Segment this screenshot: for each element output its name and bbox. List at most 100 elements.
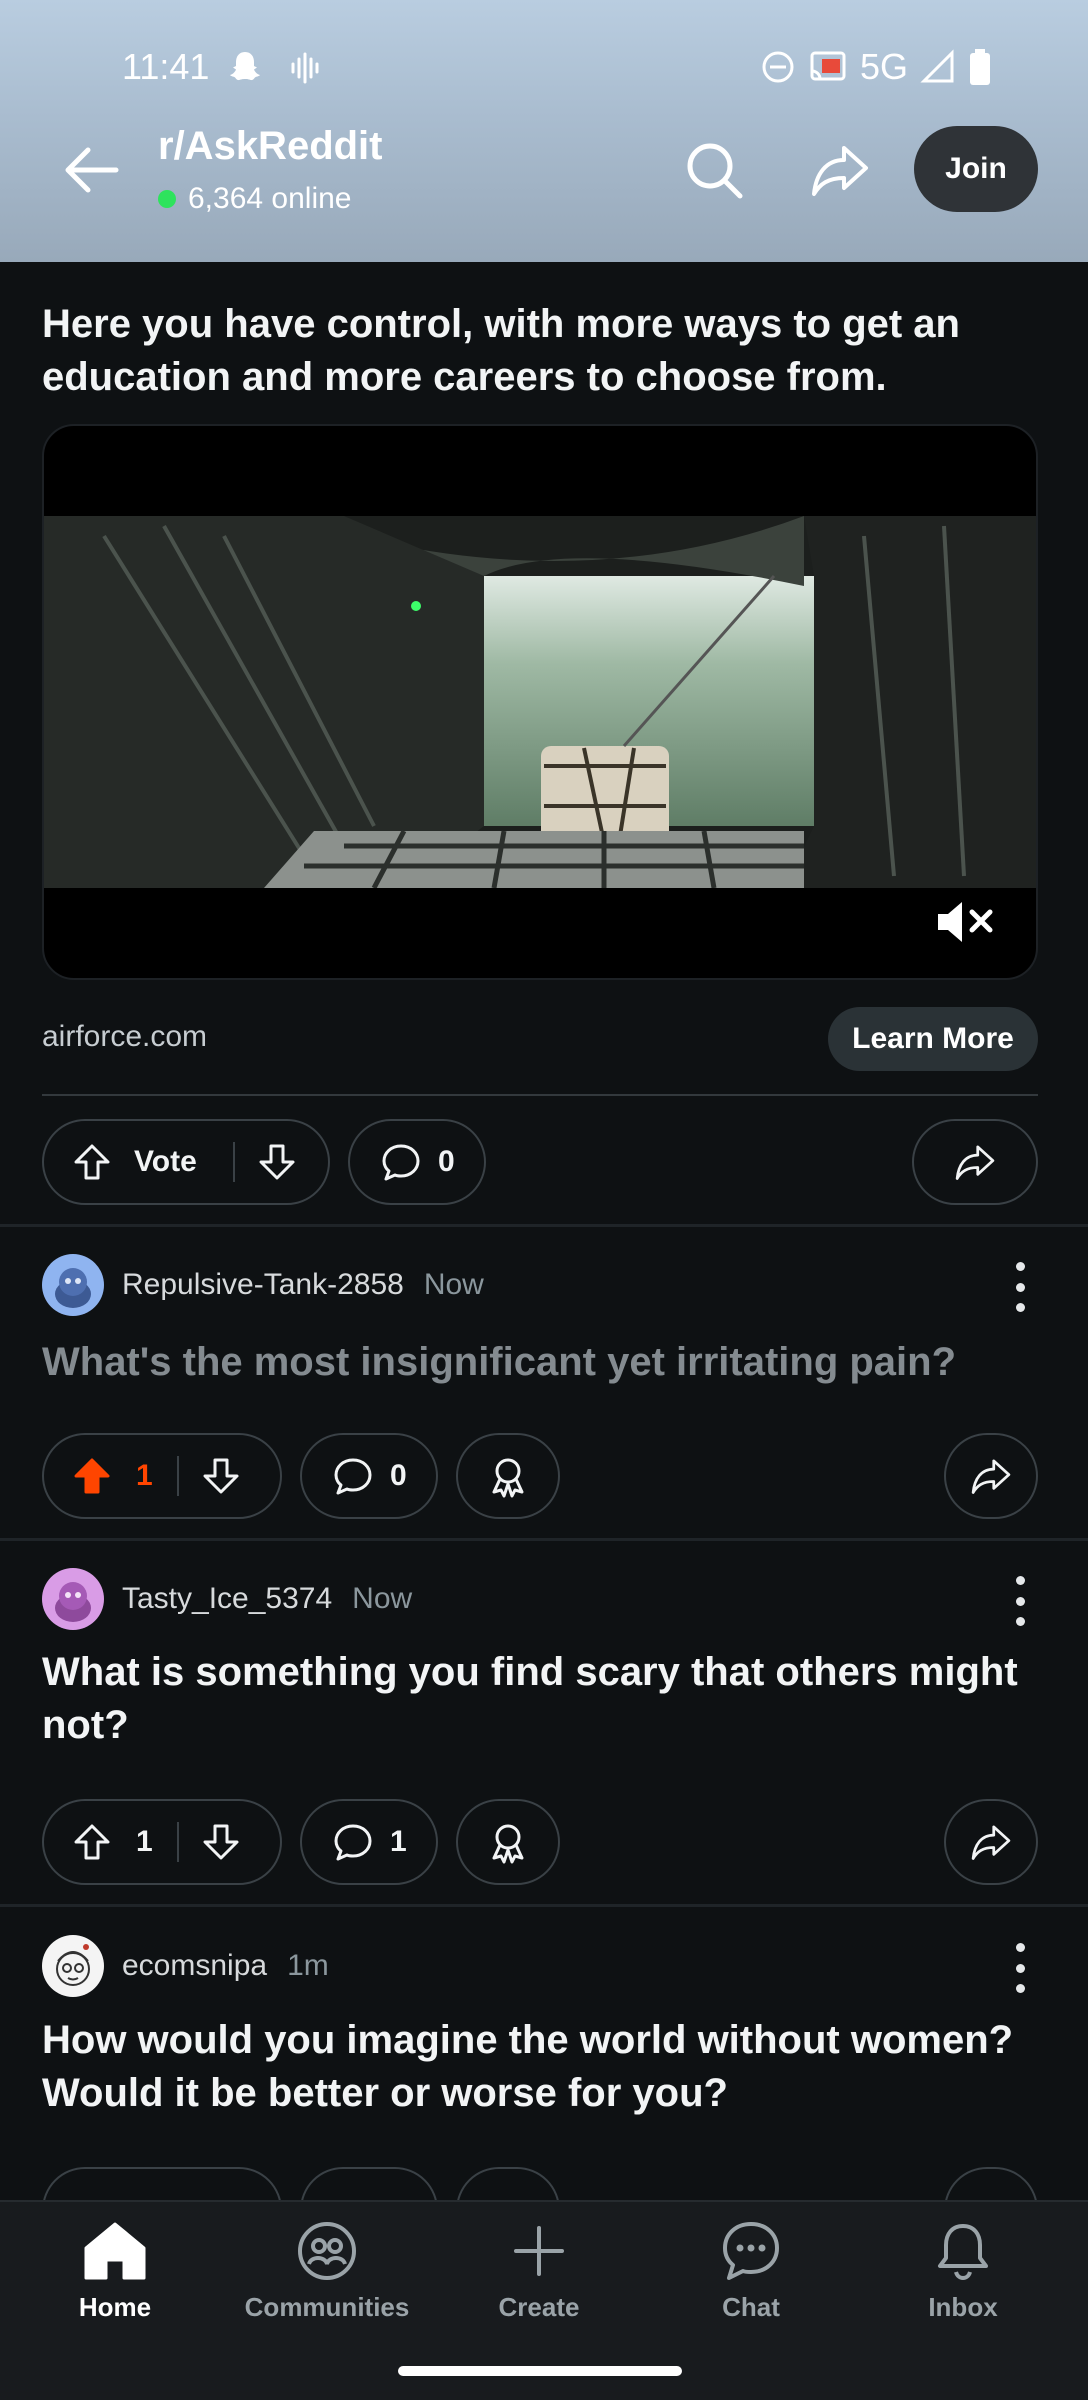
nav-communities[interactable]: Communities <box>237 2220 417 2323</box>
share-button[interactable] <box>944 1433 1038 1519</box>
gesture-home-indicator[interactable] <box>398 2366 682 2376</box>
downvote-arrow-icon <box>259 1144 295 1180</box>
post-time: Now <box>352 1582 413 1615</box>
divider <box>0 1904 1088 1907</box>
chat-icon <box>723 2222 779 2280</box>
nav-home-label: Home <box>78 2292 152 2322</box>
nav-create-label: Create <box>498 2292 580 2322</box>
online-count: 6,364 online <box>188 182 352 215</box>
app-bar: r/AskReddit 6,364 online Join <box>0 110 1088 230</box>
post-username[interactable]: ecomsnipa <box>122 1949 267 1983</box>
ad-video-player[interactable] <box>42 424 1038 980</box>
post-options-button[interactable] <box>1012 1576 1028 1626</box>
vote-label: Vote <box>134 1145 197 1178</box>
award-icon <box>492 1458 524 1498</box>
bell-icon <box>938 2224 988 2281</box>
post-username[interactable]: Repulsive-Tank-2858 <box>122 1268 404 1302</box>
ad-domain[interactable]: airforce.com <box>42 1020 207 1054</box>
status-system-icons: 5G <box>760 46 992 88</box>
comment-count: 1 <box>390 1825 407 1858</box>
cargo-plane-video-frame <box>44 516 1036 888</box>
join-button[interactable]: Join <box>914 126 1038 212</box>
subreddit-name[interactable]: r/AskReddit <box>158 124 383 169</box>
comments-button[interactable]: 1 <box>300 1799 438 1885</box>
share-button[interactable] <box>944 1799 1038 1885</box>
post-title[interactable]: How would you imagine the world without … <box>42 2014 1042 2120</box>
status-notification-icons <box>225 48 323 88</box>
downvote-button[interactable] <box>201 1822 241 1862</box>
post-username[interactable]: Tasty_Ice_5374 <box>122 1582 332 1616</box>
home-icon <box>84 2222 146 2280</box>
upvote-button[interactable] <box>72 1142 112 1182</box>
comment-count: 0 <box>438 1145 455 1178</box>
share-icon <box>971 1825 1011 1860</box>
status-bar: 11:41 5G <box>0 40 1088 96</box>
vote-divider <box>176 1456 179 1496</box>
vote-count: 1 <box>136 1825 153 1858</box>
back-arrow-icon <box>65 147 119 193</box>
network-type: 5G <box>859 46 908 87</box>
learn-more-button[interactable]: Learn More <box>828 1007 1038 1071</box>
cast-icon <box>810 51 846 81</box>
bottom-navigation: Home Communities Create Chat Inbox <box>0 2200 1088 2400</box>
search-button[interactable] <box>672 128 756 212</box>
vote-divider <box>176 1822 179 1862</box>
comments-button[interactable]: 0 <box>300 1433 438 1519</box>
post-time: 1m <box>287 1949 329 1982</box>
share-button[interactable] <box>912 1119 1038 1205</box>
award-icon <box>492 1824 524 1864</box>
post-header: Tasty_Ice_5374 Now <box>42 1568 412 1630</box>
post-header: Repulsive-Tank-2858 Now <box>42 1254 484 1316</box>
avatar[interactable] <box>42 1935 104 1997</box>
search-icon <box>687 143 743 199</box>
divider <box>42 1094 1038 1096</box>
signal-icon <box>920 49 954 83</box>
upvote-filled-icon <box>74 1458 110 1494</box>
post-options-button[interactable] <box>1012 1262 1028 1312</box>
upvote-arrow-icon <box>74 1144 110 1180</box>
downvote-button[interactable] <box>201 1456 241 1496</box>
post-header: ecomsnipa 1m <box>42 1935 329 1997</box>
downvote-button[interactable] <box>257 1142 297 1182</box>
avatar[interactable] <box>42 1254 104 1316</box>
back-button[interactable] <box>52 130 132 210</box>
share-icon <box>955 1145 995 1180</box>
comment-bubble-icon <box>334 1824 372 1861</box>
award-button[interactable] <box>456 1799 560 1885</box>
downvote-arrow-icon <box>203 1824 239 1860</box>
snoo-avatar-icon <box>42 1254 104 1316</box>
mute-button[interactable] <box>934 898 994 946</box>
post-time: Now <box>423 1268 484 1301</box>
post-title[interactable]: What's the most insignificant yet irrita… <box>42 1336 1042 1389</box>
speaker-muted-icon <box>938 902 993 942</box>
snapchat-ghost-icon <box>230 52 260 81</box>
nav-chat-label: Chat <box>722 2292 780 2322</box>
vote-pill: 1 <box>42 1799 282 1885</box>
divider <box>0 1538 1088 1541</box>
online-dot-icon <box>158 190 176 208</box>
upvote-button[interactable] <box>72 1822 112 1862</box>
comment-bubble-icon <box>334 1458 372 1495</box>
comment-count: 0 <box>390 1459 407 1492</box>
vote-pill: Vote <box>42 1119 330 1205</box>
nav-inbox[interactable]: Inbox <box>873 2220 1053 2323</box>
online-indicator: 6,364 online <box>158 182 351 216</box>
post-title[interactable]: What is something you find scary that ot… <box>42 1646 1042 1752</box>
nav-inbox-label: Inbox <box>928 2292 998 2322</box>
nav-communities-label: Communities <box>244 2292 410 2322</box>
upvote-button[interactable] <box>72 1456 112 1496</box>
battery-icon <box>970 49 990 85</box>
comments-button[interactable]: 0 <box>348 1119 486 1205</box>
subreddit-header: 11:41 5G r/AskReddit 6,364 online Join <box>0 0 1088 262</box>
avatar[interactable] <box>42 1568 104 1630</box>
share-subreddit-button[interactable] <box>798 128 882 212</box>
share-icon <box>812 146 868 196</box>
ad-post-title[interactable]: Here you have control, with more ways to… <box>42 298 1042 404</box>
post-options-button[interactable] <box>1012 1943 1028 1993</box>
nav-home[interactable]: Home <box>25 2220 205 2323</box>
plus-icon <box>514 2226 564 2276</box>
award-button[interactable] <box>456 1433 560 1519</box>
sketch-face-avatar-icon <box>42 1935 104 1997</box>
nav-create[interactable]: Create <box>449 2220 629 2323</box>
nav-chat[interactable]: Chat <box>661 2220 841 2323</box>
